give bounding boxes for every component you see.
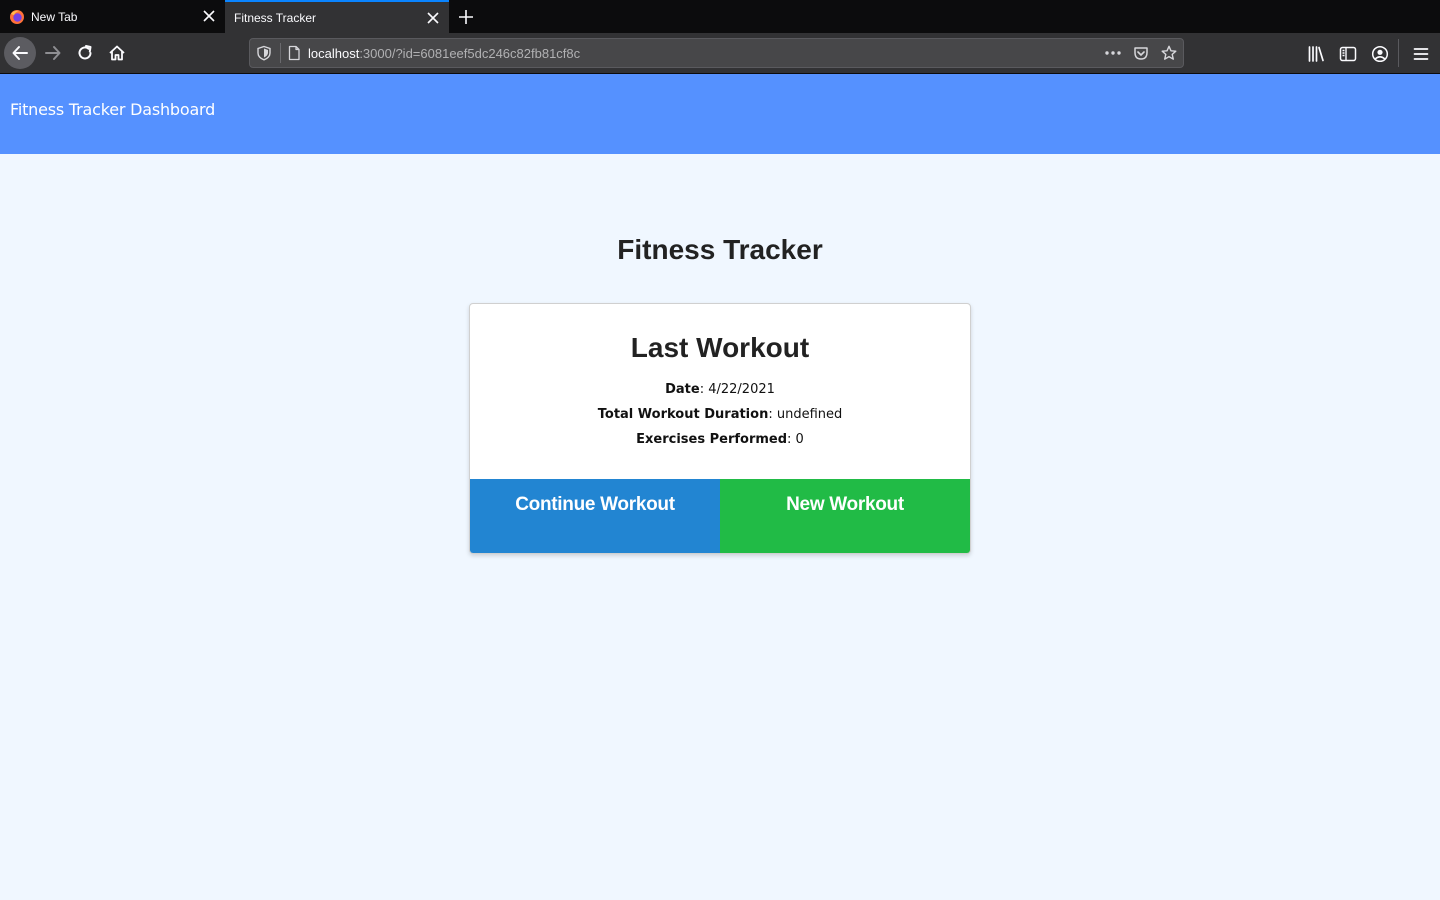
page-icon[interactable] (286, 45, 302, 61)
url-path: :3000/?id=6081eef5dc246c82fb81cf8c (359, 46, 581, 61)
tab-title: Fitness Tracker (234, 10, 317, 25)
firefox-icon (9, 9, 25, 25)
stat-total-duration: Total Workout Duration: undefined (470, 407, 970, 422)
continue-workout-button[interactable]: Continue Workout (470, 479, 720, 553)
back-arrow-icon[interactable] (4, 37, 36, 69)
close-icon[interactable] (201, 8, 217, 24)
stat-value: : 4/22/2021 (699, 382, 775, 397)
plus-icon[interactable] (455, 6, 477, 28)
url-text[interactable]: localhost:3000/?id=6081eef5dc246c82fb81c… (308, 46, 580, 61)
brand-title[interactable]: Fitness Tracker Dashboard (10, 100, 215, 119)
navigation-toolbar: localhost:3000/?id=6081eef5dc246c82fb81c… (0, 33, 1440, 74)
pocket-icon[interactable] (1133, 45, 1149, 61)
stat-value: : 0 (787, 432, 804, 447)
forward-arrow-icon[interactable] (37, 37, 69, 69)
stat-value: : undefined (768, 407, 843, 422)
library-icon[interactable] (1307, 45, 1325, 63)
tab-title: New Tab (31, 9, 78, 24)
page-title: Fitness Tracker (617, 234, 823, 265)
stat-label: Date (665, 382, 700, 397)
tab-new-tab[interactable]: New Tab (0, 0, 225, 33)
stat-date: Date: 4/22/2021 (470, 382, 970, 397)
stat-label: Exercises Performed (636, 432, 788, 447)
page-header: Fitness Tracker Dashboard (0, 74, 1440, 154)
account-icon[interactable] (1371, 45, 1389, 63)
more-icon[interactable] (1103, 45, 1123, 61)
reload-icon[interactable] (69, 37, 101, 69)
url-bar[interactable]: localhost:3000/?id=6081eef5dc246c82fb81c… (249, 38, 1184, 68)
close-icon[interactable] (425, 10, 441, 26)
url-host: localhost (308, 46, 360, 61)
toolbar-separator (1398, 39, 1399, 67)
tab-fitness-tracker[interactable]: Fitness Tracker (225, 0, 449, 33)
new-workout-button[interactable]: New Workout (720, 479, 970, 553)
card-title: Last Workout (630, 332, 810, 363)
url-separator (280, 43, 281, 63)
star-icon[interactable] (1161, 45, 1177, 61)
sidebar-icon[interactable] (1339, 45, 1357, 63)
stat-label: Total Workout Duration (597, 407, 769, 422)
stat-exercises-performed: Exercises Performed: 0 (470, 432, 970, 447)
tab-strip: New Tab Fitness Tracker (0, 0, 1440, 33)
home-icon[interactable] (101, 37, 133, 69)
last-workout-card: Last Workout Date: 4/22/2021 Total Worko… (469, 303, 971, 554)
shield-icon[interactable] (256, 45, 272, 61)
menu-icon[interactable] (1412, 45, 1430, 63)
